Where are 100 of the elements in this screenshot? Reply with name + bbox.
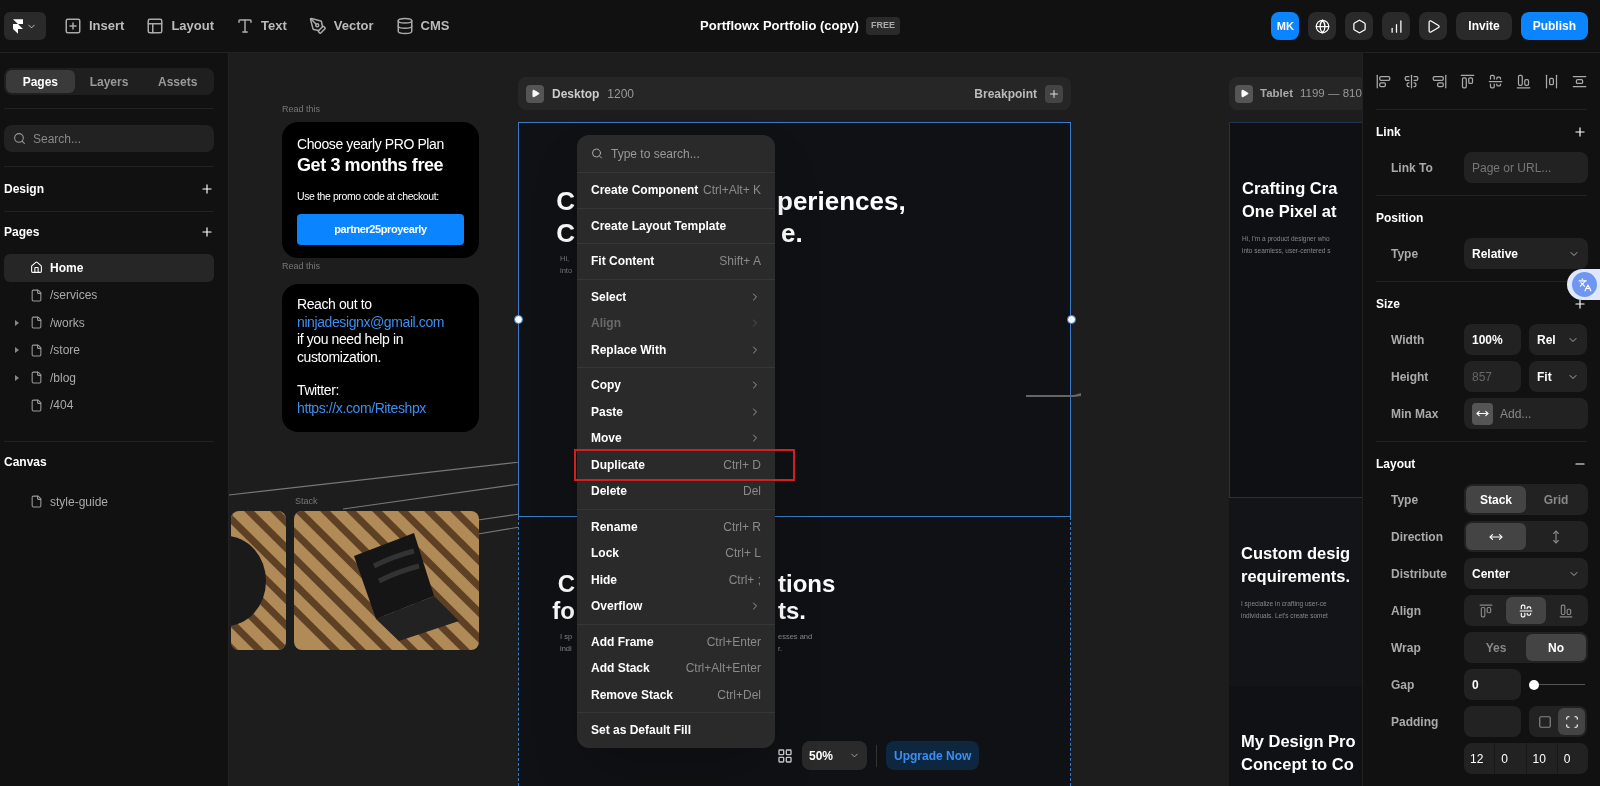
- menu-item[interactable]: Copy: [577, 372, 775, 399]
- tablet-heading: Custom desig: [1241, 543, 1352, 564]
- menu-item[interactable]: Add Stack Ctrl+Alt+Enter: [577, 655, 775, 682]
- menu-item[interactable]: Lock Ctrl+ L: [577, 540, 775, 567]
- segment-option[interactable]: Yes: [1466, 634, 1526, 661]
- align-top-icon[interactable]: [1460, 73, 1475, 89]
- page-item[interactable]: style-guide: [4, 488, 214, 516]
- page-item[interactable]: /blog: [4, 364, 214, 392]
- invite-button[interactable]: Invite: [1456, 12, 1512, 40]
- page-item[interactable]: Home: [4, 254, 214, 282]
- toolbar-button[interactable]: Insert: [64, 16, 125, 36]
- toolbar-button[interactable]: Layout: [146, 16, 215, 36]
- add-icon[interactable]: [1573, 297, 1587, 311]
- segment-option[interactable]: [1558, 708, 1585, 735]
- gap-slider[interactable]: [1529, 679, 1585, 690]
- add-breakpoint-button[interactable]: [1045, 84, 1063, 103]
- align-center-icon[interactable]: [1404, 73, 1419, 89]
- add-icon[interactable]: [200, 225, 214, 239]
- menu-search-field[interactable]: Type to search...: [611, 144, 761, 163]
- menu-item[interactable]: Hide Ctrl+ ;: [577, 566, 775, 593]
- toolbar-icon-button[interactable]: [1308, 12, 1337, 40]
- toolbar-button[interactable]: Text: [236, 16, 287, 36]
- gap-field[interactable]: 0: [1464, 669, 1521, 700]
- align-right-icon[interactable]: [1432, 73, 1447, 89]
- value-field[interactable]: 857: [1464, 361, 1521, 392]
- segment-option[interactable]: Grid: [1526, 486, 1586, 513]
- contact-link[interactable]: ninjadesignx@gmail.com: [297, 313, 464, 331]
- search-field[interactable]: Search...: [33, 129, 183, 148]
- link-field[interactable]: Page or URL...: [1464, 152, 1588, 183]
- minmax-control[interactable]: Add...: [1464, 398, 1588, 429]
- page-item[interactable]: /store: [4, 336, 214, 364]
- menu-item[interactable]: Delete Del: [577, 478, 775, 505]
- page-label: /blog: [50, 369, 77, 387]
- breakpoint-action[interactable]: Breakpoint: [974, 84, 1037, 103]
- publish-button[interactable]: Publish: [1520, 12, 1588, 40]
- upgrade-button[interactable]: Upgrade Now: [886, 741, 980, 770]
- value-field[interactable]: 100%: [1464, 324, 1521, 355]
- page-item[interactable]: /works: [4, 309, 214, 337]
- minmax-toggle[interactable]: [1472, 402, 1493, 425]
- menu-item[interactable]: Overflow: [577, 593, 775, 620]
- preview-button[interactable]: [1235, 84, 1253, 103]
- panel-tab[interactable]: Pages: [6, 70, 75, 93]
- grid-icon[interactable]: [777, 748, 793, 764]
- panel-tab[interactable]: Layers: [74, 70, 144, 93]
- menu-item[interactable]: Remove Stack Ctrl+Del: [577, 681, 775, 708]
- add-icon[interactable]: [200, 182, 214, 196]
- toolbar-button[interactable]: Vector: [308, 16, 374, 36]
- menu-item[interactable]: Move: [577, 425, 775, 452]
- align-left-icon[interactable]: [1376, 73, 1391, 89]
- distribute-horizontal-icon[interactable]: [1544, 73, 1559, 89]
- menu-item[interactable]: Add Frame Ctrl+Enter: [577, 628, 775, 655]
- preview-button[interactable]: [526, 84, 544, 103]
- user-avatar[interactable]: MK: [1271, 12, 1300, 40]
- toolbar-icon-button[interactable]: [1345, 12, 1374, 40]
- padding-value-field[interactable]: 10: [1525, 743, 1557, 774]
- slider-thumb[interactable]: [1529, 679, 1539, 690]
- segment-option[interactable]: [1506, 597, 1546, 624]
- align-middle-icon[interactable]: [1488, 73, 1503, 89]
- segment-option[interactable]: Stack: [1466, 486, 1526, 513]
- segment-option[interactable]: No: [1526, 634, 1586, 661]
- toolbar-icon-button[interactable]: [1382, 12, 1411, 40]
- expand-arrow-icon[interactable]: [15, 347, 19, 354]
- add-icon[interactable]: [1573, 125, 1587, 139]
- resize-handle[interactable]: [1067, 315, 1076, 324]
- page-item[interactable]: /404: [4, 391, 214, 419]
- logo-menu-button[interactable]: [4, 12, 46, 40]
- search-bar[interactable]: Search...: [4, 125, 214, 152]
- expand-arrow-icon[interactable]: [15, 319, 19, 326]
- distribute-vertical-icon[interactable]: [1572, 73, 1587, 89]
- panel-tab[interactable]: Assets: [143, 70, 212, 93]
- menu-item[interactable]: Create Layout Template: [577, 212, 775, 239]
- unit-dropdown[interactable]: Rel: [1529, 324, 1587, 355]
- padding-value-field[interactable]: 0: [1556, 743, 1588, 774]
- menu-item[interactable]: Paste: [577, 398, 775, 425]
- menu-item[interactable]: Create Component Ctrl+Alt+ K: [577, 177, 775, 204]
- minmax-field[interactable]: Add...: [1500, 404, 1580, 423]
- zoom-dropdown[interactable]: 50%: [802, 741, 867, 770]
- select-dropdown[interactable]: Center: [1464, 558, 1588, 589]
- expand-arrow-icon[interactable]: [15, 374, 19, 381]
- padding-value-field[interactable]: 0: [1494, 743, 1526, 774]
- promo-code-button[interactable]: partner25proyearly: [297, 213, 464, 245]
- toolbar-button[interactable]: CMS: [395, 16, 450, 36]
- unit-dropdown[interactable]: Fit: [1529, 361, 1587, 392]
- translate-button[interactable]: [1567, 269, 1600, 300]
- select-dropdown[interactable]: Relative: [1464, 238, 1588, 269]
- menu-item[interactable]: Duplicate Ctrl+ D: [577, 451, 775, 478]
- menu-item[interactable]: Rename Ctrl+ R: [577, 513, 775, 540]
- contact-link[interactable]: https://x.com/Riteshpx: [297, 399, 464, 417]
- property-label: Distribute: [1390, 565, 1448, 583]
- padding-value-field[interactable]: 12: [1464, 743, 1495, 774]
- search-icon: [13, 132, 26, 145]
- resize-handle[interactable]: [514, 315, 523, 324]
- page-item[interactable]: /services: [4, 281, 214, 309]
- menu-item[interactable]: Select: [577, 283, 775, 310]
- toolbar-icon-button[interactable]: [1419, 12, 1448, 40]
- menu-item[interactable]: Fit Content Shift+ A: [577, 248, 775, 275]
- align-bottom-icon[interactable]: [1516, 73, 1531, 89]
- page-label: /store: [50, 342, 80, 360]
- menu-item[interactable]: Replace With: [577, 336, 775, 363]
- menu-item[interactable]: Set as Default Fill: [577, 717, 775, 744]
